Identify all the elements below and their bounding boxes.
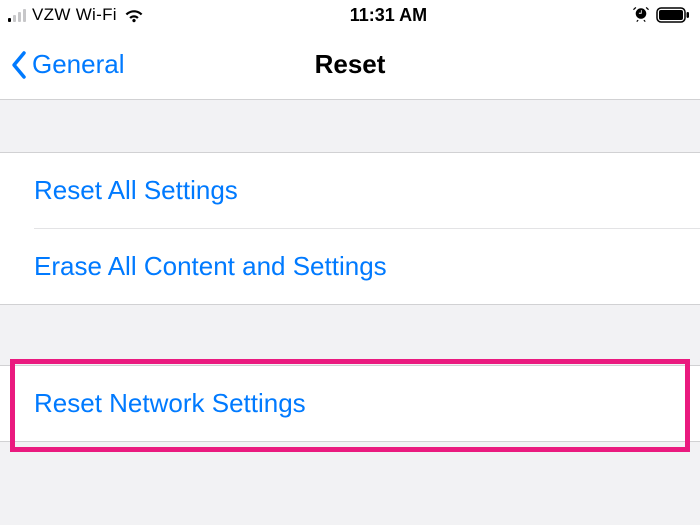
chevron-left-icon [10,48,30,82]
wifi-icon [123,7,145,23]
status-right [632,6,690,24]
row-label: Reset All Settings [34,175,238,205]
status-bar: VZW Wi-Fi 11:31 AM [0,0,700,30]
status-left: VZW Wi-Fi [8,5,145,25]
reset-section-1: Reset All Settings Erase All Content and… [0,152,700,305]
back-label: General [32,49,125,80]
section-spacer [0,100,700,152]
reset-section-2: Reset Network Settings [0,365,700,442]
nav-bar: General Reset [0,30,700,100]
status-time: 11:31 AM [350,5,427,26]
reset-all-settings-row[interactable]: Reset All Settings [0,153,700,228]
battery-icon [656,7,690,23]
row-label: Erase All Content and Settings [34,251,415,281]
erase-all-content-row[interactable]: Erase All Content and Settings [34,228,700,304]
reset-network-settings-row[interactable]: Reset Network Settings [0,366,700,441]
row-label: Reset Network Settings [34,388,306,418]
highlighted-section: Reset Network Settings [0,365,700,442]
page-title: Reset [315,49,386,80]
back-button[interactable]: General [0,48,125,82]
cellular-signal-icon [8,8,26,22]
section-spacer [0,305,700,365]
carrier-label: VZW Wi-Fi [32,5,117,25]
alarm-icon [632,6,650,24]
